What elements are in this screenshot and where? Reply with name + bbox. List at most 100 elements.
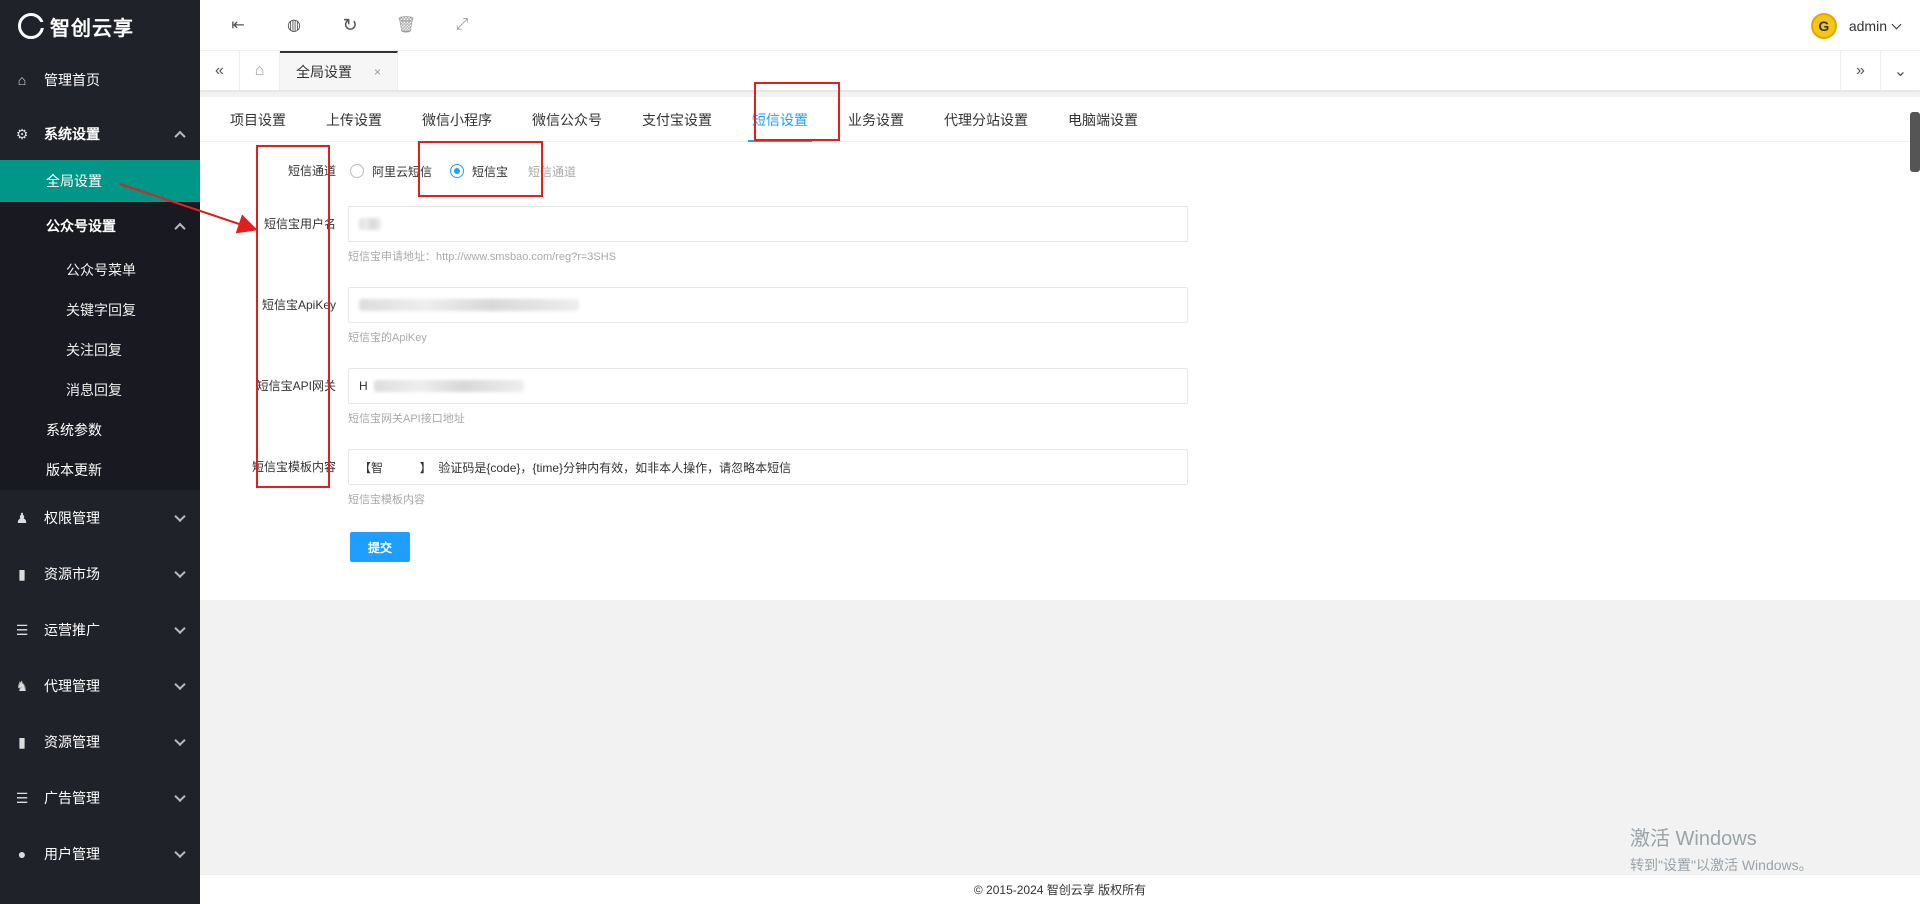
- chevron-down-icon: [174, 790, 186, 803]
- sidebar-item-global-settings[interactable]: 全局设置: [0, 160, 200, 202]
- tab-label: 业务设置: [848, 111, 904, 128]
- sidebar-item-resources[interactable]: ▮ 资源管理: [0, 714, 200, 770]
- tab-alipay-settings[interactable]: 支付宝设置: [622, 97, 732, 142]
- tab-label: 微信小程序: [422, 111, 492, 128]
- key-users-icon: ♟: [15, 509, 29, 526]
- windows-activation-watermark: 激活 Windows 转到"设置"以激活 Windows。: [1630, 822, 1813, 875]
- tab-global-settings[interactable]: 全局设置 ×: [280, 51, 399, 90]
- apikey-control: 短信宝的ApiKey: [348, 287, 1188, 345]
- submit-control: 提交: [350, 532, 410, 562]
- tab-label: 上传设置: [326, 111, 382, 128]
- logo: 智创云享: [0, 0, 200, 52]
- sidebar-item-home[interactable]: ⌂ 管理首页: [0, 52, 200, 108]
- sidebar-item-keyword-reply[interactable]: 关键字回复: [0, 290, 200, 330]
- double-chevron-left-icon: «: [215, 61, 224, 79]
- home-icon: ⌂: [17, 72, 27, 88]
- template-input[interactable]: 【智 】 验证码是{code}，{time}分钟内有效，如非本人操作，请忽略本短…: [348, 449, 1188, 485]
- close-icon[interactable]: ×: [374, 65, 381, 79]
- tab-project-settings[interactable]: 项目设置: [210, 97, 306, 142]
- sidebar-item-gzh-settings[interactable]: 公众号设置: [0, 202, 200, 250]
- tab-label: 全局设置: [296, 63, 352, 80]
- footer: © 2015-2024 智创云享 版权所有: [200, 874, 1920, 904]
- sidebar-item-gzh-menu[interactable]: 公众号菜单: [0, 250, 200, 290]
- sidebar-item-label: 系统参数: [46, 422, 102, 438]
- sidebar-item-system-settings[interactable]: ⚙ 系统设置: [0, 108, 200, 160]
- gateway-hint: 短信宝网关API接口地址: [348, 413, 465, 425]
- username: admin: [1849, 18, 1902, 34]
- tab-label: 微信公众号: [532, 111, 602, 128]
- sidebar-item-message-reply[interactable]: 消息回复: [0, 370, 200, 410]
- tab-label: 电脑端设置: [1068, 111, 1138, 128]
- chevron-up-icon: [174, 222, 186, 235]
- tabs-menu-button[interactable]: ⌄: [1880, 51, 1920, 91]
- sidebar-item-label: 关键字回复: [66, 302, 136, 318]
- template-control: 【智 】 验证码是{code}，{time}分钟内有效，如非本人操作，请忽略本短…: [348, 449, 1188, 507]
- tab-wechat-miniprogram[interactable]: 微信小程序: [402, 97, 512, 142]
- sidebar-item-version-update[interactable]: 版本更新: [0, 450, 200, 490]
- sidebar-item-agents[interactable]: ♞ 代理管理: [0, 658, 200, 714]
- refresh-button[interactable]: ↻: [322, 0, 378, 51]
- watermark-line1: 激活 Windows: [1630, 828, 1757, 850]
- sidebar-item-label: 运营推广: [44, 622, 100, 638]
- sidebar-item-resource-market[interactable]: ▮ 资源市场: [0, 546, 200, 602]
- gateway-input[interactable]: H: [348, 368, 1188, 404]
- tabs-scroll-left-button[interactable]: «: [200, 51, 240, 90]
- annotation-box-smsbao-radio: [418, 141, 543, 197]
- clear-cache-button[interactable]: 🗑: [378, 0, 434, 51]
- sidebar: 智创云享 ⌂ 管理首页 ⚙ 系统设置 全局设置 公众号设置 公众号菜单 关键字回…: [0, 0, 200, 904]
- globe-icon: ◍: [287, 17, 301, 34]
- form-row-template: 短信宝模板内容 【智 】 验证码是{code}，{time}分钟内有效，如非本人…: [200, 449, 1188, 507]
- annotation-box-sms-tab: [754, 82, 840, 141]
- form-row-apikey: 短信宝ApiKey 短信宝的ApiKey: [200, 287, 1188, 345]
- tab-pc-settings[interactable]: 电脑端设置: [1048, 97, 1158, 142]
- sidebar-item-label: 代理管理: [44, 678, 100, 694]
- tab-agent-substation[interactable]: 代理分站设置: [924, 97, 1048, 142]
- chevron-down-icon: [174, 622, 186, 635]
- collapse-menu-button[interactable]: ⇤: [210, 0, 266, 51]
- refresh-icon: ↻: [342, 14, 358, 35]
- sidebar-item-label: 广告管理: [44, 790, 100, 806]
- form-row-gateway: 短信宝API网关 H 短信宝网关API接口地址: [200, 368, 1188, 426]
- sidebar-item-permissions[interactable]: ♟ 权限管理: [0, 490, 200, 546]
- username-input[interactable]: [348, 206, 1188, 242]
- fullscreen-button[interactable]: ⤢: [434, 0, 490, 51]
- tab-label: 项目设置: [230, 111, 286, 128]
- tab-upload-settings[interactable]: 上传设置: [306, 97, 402, 142]
- sidebar-item-operations[interactable]: ☰ 运营推广: [0, 602, 200, 658]
- tab-wechat-official[interactable]: 微信公众号: [512, 97, 622, 142]
- submit-button[interactable]: 提交: [350, 532, 410, 562]
- chevron-down-icon: [174, 566, 186, 579]
- website-button[interactable]: ◍: [266, 0, 322, 51]
- sidebar-item-label: 管理首页: [44, 72, 100, 88]
- user-menu[interactable]: G admin: [1810, 0, 1902, 51]
- blurred-value: [359, 218, 381, 230]
- home-tab-button[interactable]: ⌂: [240, 51, 280, 90]
- scrollbar-thumb[interactable]: [1910, 112, 1920, 172]
- sidebar-item-label: 公众号设置: [46, 218, 116, 234]
- users-icon: ♞: [15, 677, 29, 694]
- tabs-scroll-right-button[interactable]: »: [1840, 51, 1880, 91]
- settings-tabs: 项目设置 上传设置 微信小程序 微信公众号 支付宝设置 短信设置 业务设置 代理…: [200, 97, 1920, 142]
- apikey-input[interactable]: [348, 287, 1188, 323]
- chevron-down-icon: [174, 510, 186, 523]
- chevron-down-icon: ⌄: [1893, 63, 1908, 80]
- sidebar-item-follow-reply[interactable]: 关注回复: [0, 330, 200, 370]
- sidebar-item-users[interactable]: ● 用户管理: [0, 826, 200, 882]
- username-control: 短信宝申请地址：http://www.smsbao.com/reg?r=3SHS: [348, 206, 1188, 264]
- sidebar-item-system-params[interactable]: 系统参数: [0, 410, 200, 450]
- gateway-control: H 短信宝网关API接口地址: [348, 368, 1188, 426]
- blurred-value: [359, 299, 579, 311]
- chevron-down-icon: [1891, 19, 1902, 29]
- sidebar-item-label: 资源管理: [44, 734, 100, 750]
- blurred-value: [373, 380, 524, 392]
- book-icon: ▮: [18, 733, 26, 750]
- form-row-submit: 提交: [200, 532, 410, 562]
- sidebar-item-ads[interactable]: ☰ 广告管理: [0, 770, 200, 826]
- watermark-line2: 转到"设置"以激活 Windows。: [1630, 857, 1813, 873]
- template-value: 【智 】 验证码是{code}，{time}分钟内有效，如非本人操作，请忽略本短…: [359, 460, 792, 475]
- sidebar-item-label: 资源市场: [44, 566, 100, 582]
- avatar: G: [1810, 12, 1837, 39]
- tab-business-settings[interactable]: 业务设置: [828, 97, 924, 142]
- sidebar-item-label: 版本更新: [46, 462, 102, 478]
- list-icon: ☰: [15, 789, 29, 806]
